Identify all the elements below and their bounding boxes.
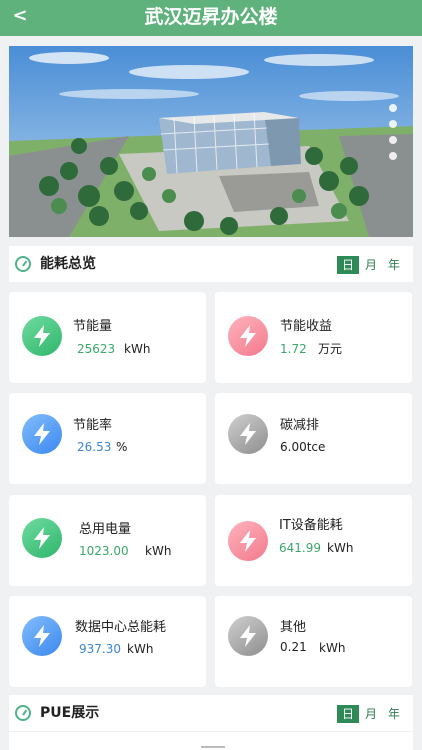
metric-card-datacenter-total[interactable]: 数据中心总能耗 937.30 kWh (9, 596, 206, 687)
metric-value: 0.21 (280, 640, 307, 654)
metric-card-saving-revenue[interactable]: 节能收益 1.72 万元 (215, 292, 412, 383)
lightning-icon (22, 518, 62, 558)
metric-label: 碳减排 (280, 418, 320, 433)
metric-label: 数据中心总能耗 (75, 620, 167, 635)
tab-day[interactable]: 日 (337, 705, 359, 723)
divider (201, 746, 225, 748)
metric-label: 节能率 (73, 418, 113, 433)
gauge-icon (15, 256, 31, 272)
lightning-icon (228, 414, 268, 454)
metric-label: IT设备能耗 (279, 518, 343, 533)
metric-value: 25623 (77, 342, 116, 356)
metric-card-energy-saving[interactable]: 节能量 25623 kWh (9, 292, 206, 383)
metric-card-total-power[interactable]: 总用电量 1023.00 kWh (9, 495, 206, 586)
lightning-icon (228, 521, 268, 561)
metric-unit: kWh (319, 641, 346, 655)
metric-card-other[interactable]: 其他 0.21 kWh (215, 596, 412, 687)
tab-year[interactable]: 年 (383, 705, 405, 723)
metric-value: 1023.00 (79, 544, 129, 558)
compass-icon[interactable] (389, 104, 397, 112)
metric-unit: kWh (145, 544, 172, 558)
metric-unit: kWh (124, 342, 151, 356)
metric-value: 6.00tce (280, 440, 326, 454)
tab-month[interactable]: 月 (360, 705, 382, 723)
metric-label: 节能量 (73, 319, 113, 334)
rotate-icon[interactable] (389, 136, 397, 144)
pue-content-preview (9, 732, 413, 750)
metric-card-it-equipment[interactable]: IT设备能耗 641.99 kWh (215, 495, 412, 586)
building-3d-view[interactable] (9, 46, 413, 237)
lightning-icon (22, 414, 62, 454)
metric-label: 总用电量 (79, 522, 132, 537)
view-controls[interactable] (387, 104, 399, 168)
metric-value: 1.72 (280, 342, 307, 356)
section-title: PUE展示 (40, 705, 100, 721)
tab-day[interactable]: 日 (337, 256, 359, 274)
metric-unit: kWh (327, 541, 354, 555)
metric-value: 641.99 (279, 541, 321, 555)
metric-unit: 万元 (318, 342, 343, 356)
metric-label: 其他 (280, 620, 307, 635)
section-title: 能耗总览 (40, 256, 96, 272)
period-tabs: 日 月 年 (336, 256, 405, 274)
lightning-icon (22, 316, 62, 356)
metric-card-carbon-reduction[interactable]: 碳减排 6.00tce (215, 393, 412, 484)
page-title: 武汉迈昇办公楼 (144, 6, 278, 28)
metric-card-saving-rate[interactable]: 节能率 26.53 % (9, 393, 206, 484)
lightning-icon (228, 616, 268, 656)
metric-value: 26.53 (77, 440, 112, 454)
layer-icon[interactable] (389, 120, 397, 128)
metric-unit: % (116, 440, 128, 454)
lightning-icon (22, 616, 62, 656)
energy-overview-header: 能耗总览 日 月 年 (9, 246, 413, 282)
tab-year[interactable]: 年 (383, 256, 405, 274)
period-tabs: 日 月 年 (336, 705, 405, 723)
metric-unit: kWh (127, 642, 154, 656)
pue-section-header: PUE展示 日 月 年 (9, 695, 413, 731)
zoom-icon[interactable] (389, 152, 397, 160)
lightning-icon (228, 316, 268, 356)
metric-label: 节能收益 (280, 319, 333, 334)
app-header: < 武汉迈昇办公楼 (0, 0, 422, 36)
metric-value: 937.30 (79, 642, 121, 656)
building-rendering-image (9, 46, 413, 237)
info-icon (15, 705, 31, 721)
tab-month[interactable]: 月 (360, 256, 382, 274)
